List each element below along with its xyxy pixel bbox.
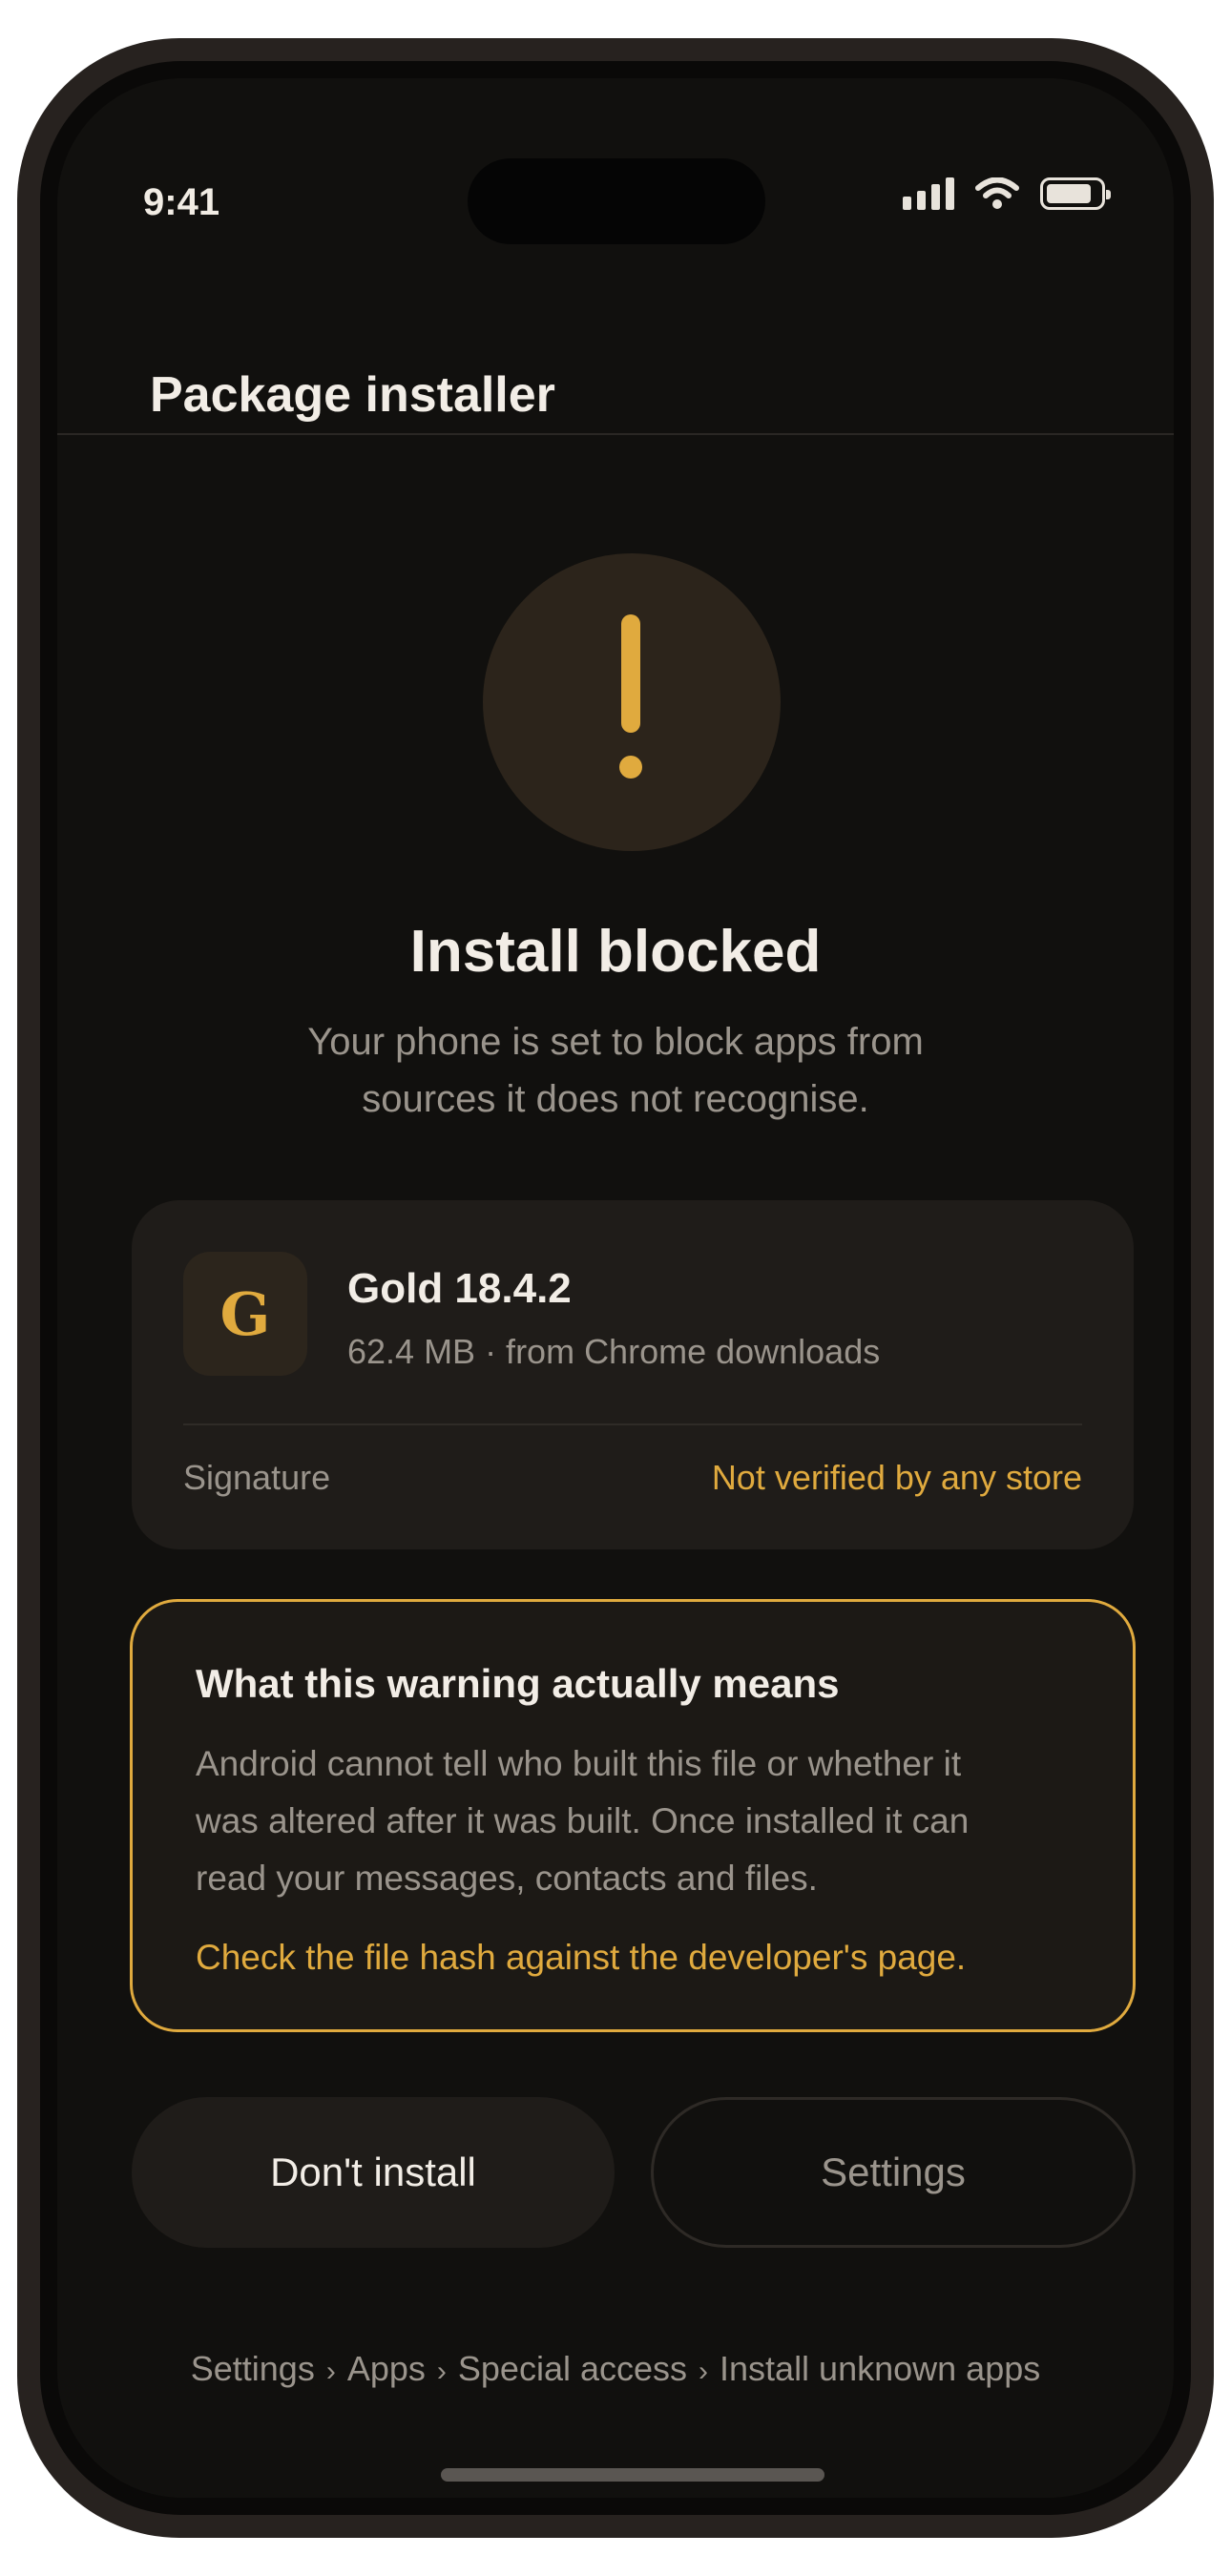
breadcrumb-separator: › (325, 2356, 336, 2387)
card-divider (183, 1423, 1082, 1425)
breadcrumb-separator: › (436, 2356, 447, 2387)
signature-value: Not verified by any store (711, 1458, 1082, 1497)
status-icons (903, 177, 1111, 210)
alert-title: Install blocked (409, 919, 822, 985)
app-icon: G (183, 1252, 307, 1376)
breadcrumb-item: Special access (457, 2349, 688, 2388)
app-meta: 62.4 MB · from Chrome downloads (347, 1332, 881, 1371)
alert-message: Your phone is set to block apps from sou… (307, 1021, 924, 1120)
screen: 9:41 Package installer Install blocked Y… (57, 78, 1174, 2498)
breadcrumb-item: Install unknown apps (720, 2349, 1041, 2388)
warning-title: What this warning actually means (196, 1661, 840, 1706)
breadcrumb-item: Apps (346, 2349, 426, 2388)
warning-body: Android cannot tell who built this file … (196, 1744, 970, 1898)
signal-icon (903, 177, 954, 210)
app-info-card: G Gold 18.4.2 62.4 MB · from Chrome down… (132, 1200, 1134, 1549)
app-name: Gold 18.4.2 (347, 1265, 572, 1312)
warning-explanation: What this warning actually means Android… (130, 1599, 1136, 2032)
settings-button[interactable]: Settings (651, 2097, 1136, 2248)
battery-icon (1040, 177, 1111, 210)
wifi-icon (975, 177, 1019, 209)
page-title: Package installer (150, 367, 555, 423)
exclamation-bar (621, 614, 640, 733)
home-indicator[interactable] (441, 2468, 824, 2482)
dynamic-island (468, 158, 765, 244)
exclamation-dot (619, 756, 642, 779)
header-divider (57, 433, 1174, 435)
status-time: 9:41 (143, 181, 220, 223)
phone-frame: 9:41 Package installer Install blocked Y… (17, 38, 1214, 2538)
hash-check-link[interactable]: Check the file hash against the develope… (196, 1938, 966, 1978)
signature-label: Signature (183, 1458, 331, 1497)
exclamation-icon (483, 553, 781, 851)
breadcrumb-separator: › (699, 2356, 709, 2387)
breadcrumb: Settings › Apps › Special access › Install unk… (57, 2349, 1174, 2389)
dont-install-button[interactable]: Don't install (132, 2097, 615, 2248)
breadcrumb-item: Settings (190, 2349, 315, 2388)
